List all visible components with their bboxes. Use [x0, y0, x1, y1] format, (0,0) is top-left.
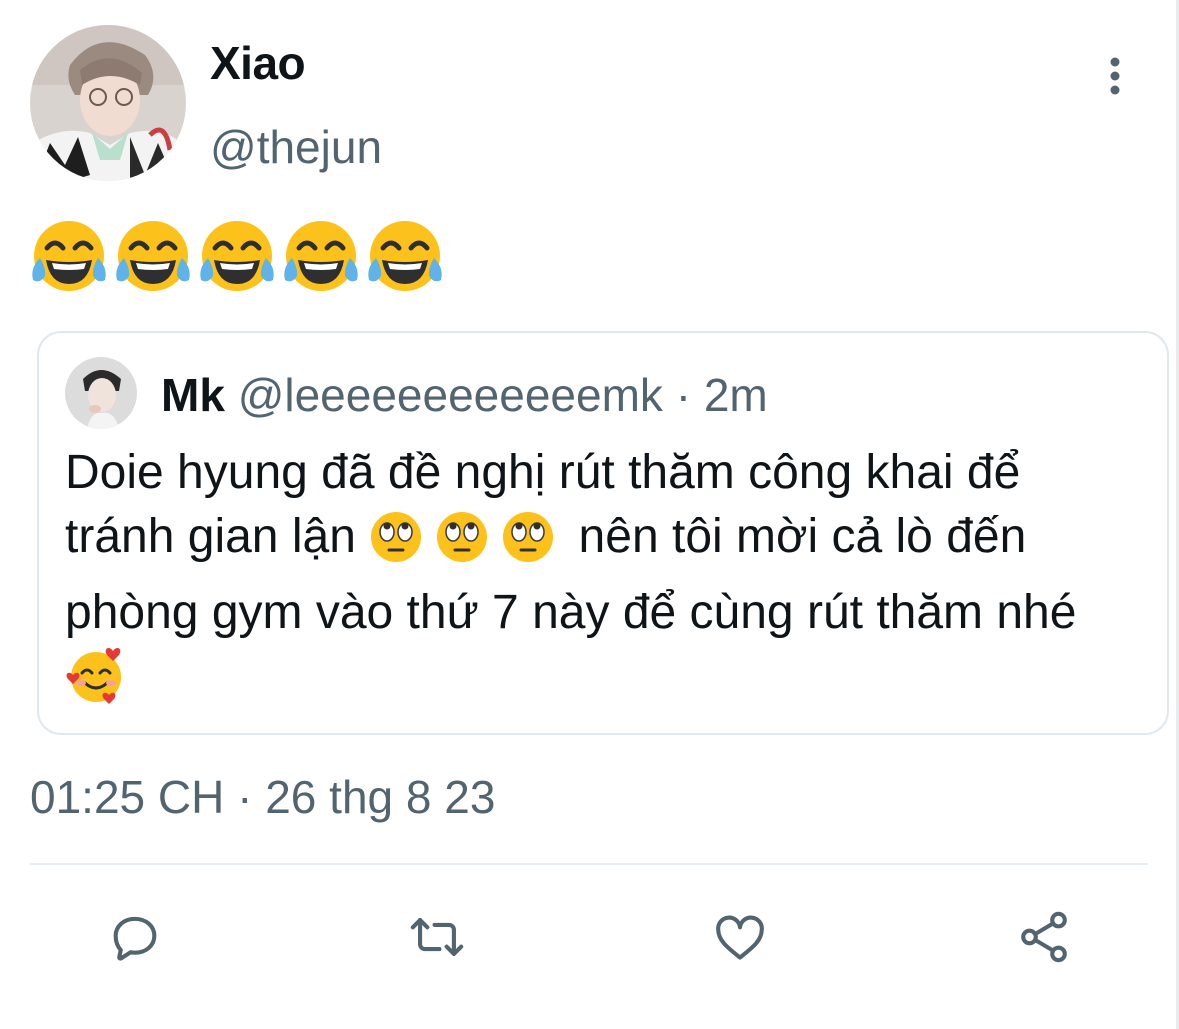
reply-icon — [113, 916, 157, 961]
smiling-face-with-hearts-icon — [66, 648, 121, 704]
quoted-header: Mk @leeeeeeeeeeeemk · 2m — [161, 367, 768, 423]
face-with-rolling-eyes-icon — [371, 512, 554, 562]
quoted-handle[interactable]: @leeeeeeeeeeeemk — [238, 369, 663, 421]
quoted-display-name[interactable]: Mk — [161, 369, 225, 421]
quoted-avatar-image — [65, 357, 137, 429]
face-with-tears-of-joy-icon — [116, 221, 190, 291]
retweet-button[interactable] — [406, 906, 468, 968]
tweet-timestamp[interactable]: 01:25 CH · 26 thg 8 23 — [30, 770, 495, 824]
avatar[interactable] — [30, 25, 186, 181]
more-options-button[interactable] — [1096, 52, 1134, 100]
face-with-tears-of-joy-icon — [200, 221, 274, 291]
face-with-tears-of-joy-icon — [32, 221, 106, 291]
smiling-face-with-hearts-emoji — [65, 645, 127, 722]
tweet-text — [30, 218, 444, 298]
divider — [30, 863, 1148, 865]
rolling-eyes-emoji-group — [369, 510, 565, 581]
quoted-avatar[interactable] — [65, 357, 137, 429]
face-with-tears-of-joy-icon — [368, 221, 442, 291]
heart-icon — [716, 915, 764, 960]
quoted-tweet-card[interactable]: Mk @leeeeeeeeeeeemk · 2m Doie hyung đã đ… — [37, 331, 1169, 735]
face-with-tears-of-joy-icon — [284, 221, 358, 291]
like-button[interactable] — [709, 906, 771, 968]
quoted-separator: · — [662, 369, 704, 421]
share-button[interactable] — [1013, 906, 1075, 968]
more-vertical-icon — [1110, 57, 1120, 95]
tweet-detail: Xiao @thejun Mk @leeeeeeeeeeeemk · 2m Do… — [0, 0, 1179, 1029]
quoted-text: Doie hyung đã đề nghị rút thăm công khai… — [65, 441, 1135, 722]
quoted-time: 2m — [703, 369, 768, 421]
share-icon — [1021, 911, 1067, 963]
avatar-image — [30, 25, 186, 181]
reply-button[interactable] — [104, 906, 166, 968]
retweet-icon — [410, 918, 464, 956]
display-name[interactable]: Xiao — [210, 36, 306, 90]
handle[interactable]: @thejun — [210, 120, 382, 174]
